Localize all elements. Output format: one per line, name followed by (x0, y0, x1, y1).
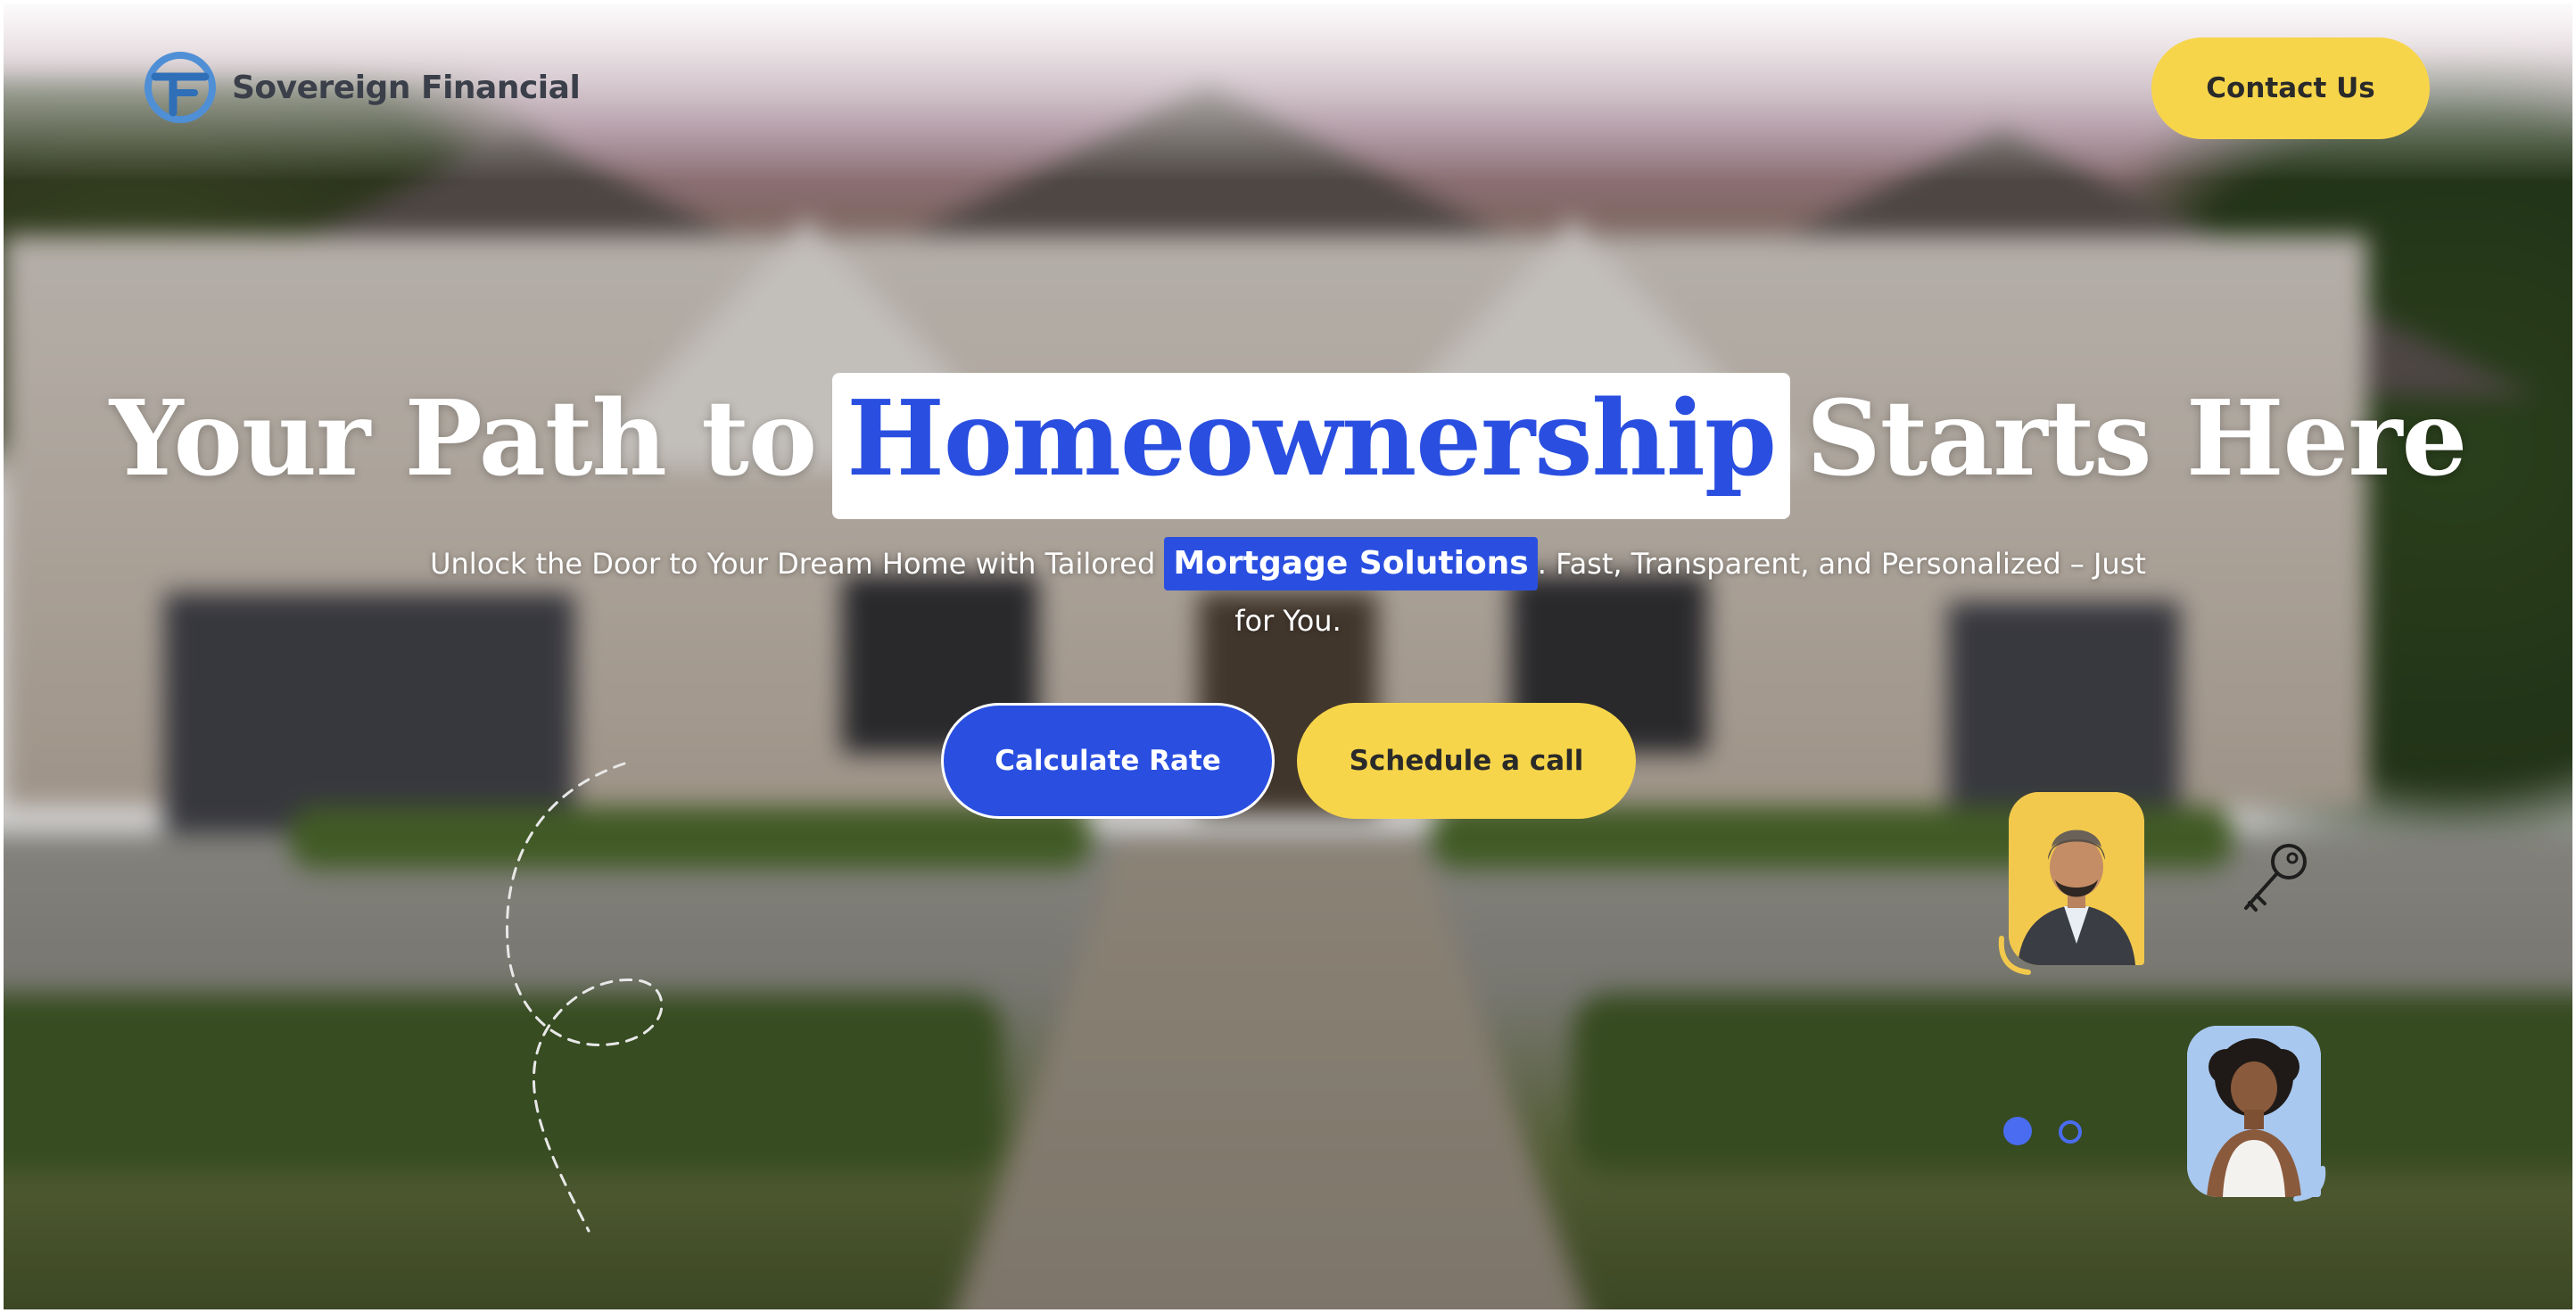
brand-logo-link[interactable]: Sovereign Financial (143, 50, 581, 125)
contact-us-button[interactable]: Contact Us (2151, 37, 2430, 139)
subheading-lead: Unlock the Door to Your Dream Home with … (430, 547, 1156, 581)
headline-tail: Starts Here (1806, 377, 2467, 500)
avatar-accent-man (1998, 936, 2031, 975)
dashed-loop-decoration (506, 762, 664, 1233)
hero-subheading: Unlock the Door to Your Dream Home with … (428, 535, 2148, 649)
schedule-call-button[interactable]: Schedule a call (1297, 703, 1636, 819)
site-header: Sovereign Financial Contact Us (0, 0, 2576, 178)
key-icon (2244, 844, 2307, 912)
subheading-highlight: Mortgage Solutions (1164, 537, 1538, 590)
brand-name: Sovereign Financial (232, 69, 581, 106)
avatar-accent-woman (2293, 1166, 2326, 1202)
carousel-dot-active[interactable] (2003, 1117, 2032, 1145)
headline-highlight: Homeownership (832, 372, 1791, 519)
calculate-rate-button[interactable]: Calculate Rate (941, 703, 1275, 819)
headline-lead: Your Path to (109, 377, 817, 500)
hero-headline: Your Path to Homeownership Starts Here (0, 372, 2576, 519)
carousel-dot-inactive[interactable] (2059, 1120, 2082, 1144)
landing-page: Sovereign Financial Contact Us Your Path… (0, 0, 2576, 1313)
sovereign-logo-icon (144, 52, 216, 123)
